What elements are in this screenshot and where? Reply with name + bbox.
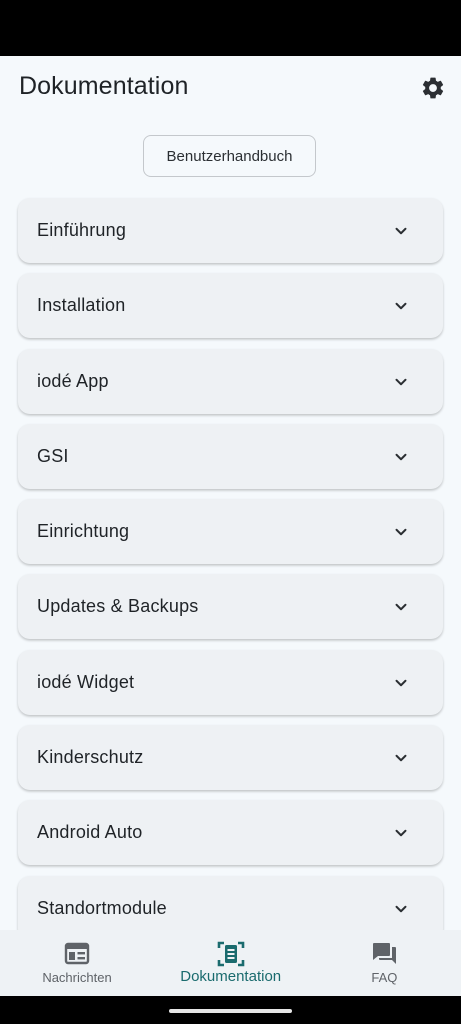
chevron-down-icon — [395, 604, 407, 611]
chevron-down-icon — [395, 303, 407, 310]
section-label: Einführung — [37, 220, 127, 240]
status-bar — [0, 0, 461, 56]
nav-item-dokumentation[interactable]: Dokumentation — [154, 930, 308, 996]
gesture-bar — [0, 996, 461, 1024]
chevron-down-icon — [395, 227, 407, 235]
nav-item-faq[interactable]: FAQ — [307, 930, 461, 996]
nav-item-nachrichten[interactable]: Nachrichten — [0, 930, 154, 996]
app-screen: Dokumentation Benutzerhandbuch Einführun… — [0, 56, 461, 996]
chevron-down-icon — [395, 528, 407, 536]
news-icon — [64, 942, 90, 965]
document-icon — [217, 941, 244, 967]
nav-label: Dokumentation — [180, 968, 282, 985]
chevron-down-icon — [395, 378, 407, 385]
chevron-down-icon — [395, 905, 407, 912]
bottom-navigation: Nachrichten Dokumentation FAQ — [0, 930, 461, 996]
nav-label: Nachrichten — [42, 970, 112, 985]
gear-icon[interactable] — [420, 75, 446, 101]
section-label: GSI — [37, 445, 69, 466]
user-manual-button[interactable]: Benutzerhandbuch — [143, 135, 316, 177]
section-item[interactable]: iodé Widget — [18, 649, 443, 715]
section-item[interactable]: Kinderschutz — [18, 725, 443, 791]
section-item[interactable]: Android Auto — [18, 800, 443, 866]
section-label: Kinderschutz — [37, 747, 144, 768]
section-item[interactable]: Installation — [18, 273, 443, 339]
section-item[interactable]: Einführung — [18, 198, 443, 263]
nav-label: FAQ — [371, 970, 398, 985]
section-label: Android Auto — [37, 822, 143, 843]
section-list: Einführung Installation iodé App GSI Einrich… — [18, 198, 443, 951]
section-label: iodé App — [37, 370, 109, 391]
page-title: Dokumentation — [19, 72, 189, 100]
section-label: Einrichtung — [37, 521, 130, 542]
section-item[interactable]: GSI — [18, 423, 443, 489]
chevron-down-icon — [395, 453, 407, 461]
section-item[interactable]: Einrichtung — [18, 499, 443, 565]
section-label: Installation — [37, 295, 126, 316]
chevron-down-icon — [395, 754, 407, 762]
chevron-down-icon — [395, 679, 407, 687]
chat-bubbles-icon — [373, 943, 397, 964]
section-label: iodé Widget — [37, 671, 135, 692]
section-item[interactable]: iodé App — [18, 348, 443, 414]
section-label: Updates & Backups — [37, 596, 199, 617]
section-item[interactable]: Updates & Backups — [18, 574, 443, 640]
home-indicator[interactable] — [169, 1009, 292, 1013]
chevron-down-icon — [395, 830, 407, 837]
